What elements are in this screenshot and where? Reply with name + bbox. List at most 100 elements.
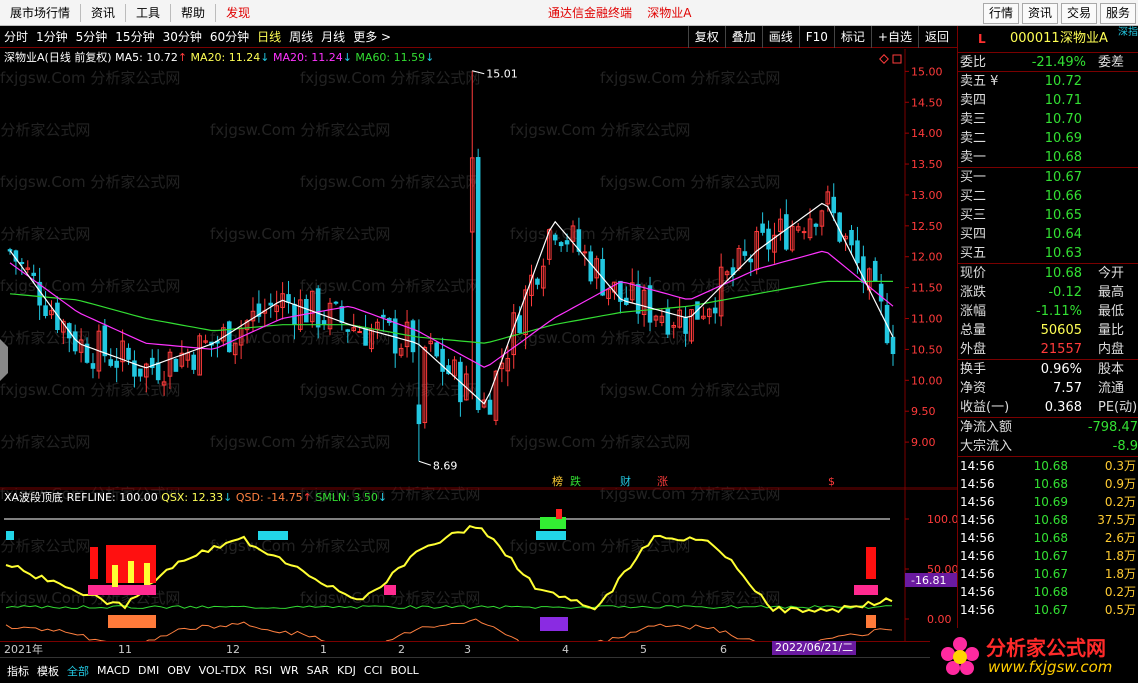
news-button[interactable]: 资讯 — [1021, 3, 1058, 24]
fundamental-row: 收益(一) 0.368 PE(动) — [958, 398, 1138, 417]
trade-button[interactable]: 交易 — [1060, 3, 1097, 24]
signal-bar — [112, 565, 118, 587]
candle-down — [535, 278, 540, 285]
index-tag[interactable]: 深指 — [1118, 20, 1138, 46]
candle-down — [434, 342, 439, 357]
tab-boll[interactable]: BOLL — [388, 664, 422, 677]
tab-macd[interactable]: MACD — [94, 664, 133, 677]
overlay-button[interactable]: 叠加 — [724, 26, 762, 48]
tick-price: 10.67 — [1033, 603, 1068, 617]
ma20-label: MA20: 11.24↓ — [190, 51, 270, 64]
tick-list[interactable]: 14:56 10.68 0.3万 14:56 10.68 0.9万 14:56 10.69 0.… — [958, 456, 1138, 619]
candle-down — [558, 242, 564, 247]
fundamental-row-value: 0.368 — [1044, 400, 1082, 415]
stat-row-label: 总量 — [960, 323, 987, 338]
sell-book: 卖五 ¥ 10.72 卖四 10.71 卖三 10.70 卖二 10.69 卖一 10.68 — [958, 71, 1138, 167]
stat-row: 涨跌 -0.12 最高 — [958, 283, 1138, 302]
indicator-name: XA波段顶底 — [4, 491, 64, 504]
bid-level: 买二 10.66 — [958, 187, 1138, 206]
period-tab[interactable]: 分时 — [4, 26, 28, 48]
menu-tools[interactable]: 工具 — [126, 0, 170, 26]
flow-row-label: 净流入额 — [960, 420, 1013, 435]
buy-book: 买一 10.67 买二 10.66 买三 10.65 买四 10.64 买五 10.63 — [958, 167, 1138, 263]
bid-level-label: 买五 — [960, 246, 987, 261]
diamond-icon — [879, 54, 889, 64]
candle-down — [748, 258, 754, 263]
tick-time: 14:56 — [960, 495, 995, 509]
candle-down — [588, 251, 594, 282]
draw-line-button[interactable]: 画线 — [761, 26, 799, 48]
candle-down — [552, 234, 558, 241]
fundamental-row-label: 净资 — [960, 381, 987, 396]
candle-down — [742, 251, 748, 256]
period-tab-daily[interactable]: 日线 — [257, 26, 281, 48]
tick-volume: 2.6万 — [1104, 531, 1136, 545]
period-tab[interactable]: 15分钟 — [115, 26, 154, 48]
quotes-button[interactable]: 行情 — [982, 3, 1019, 24]
period-tab[interactable]: 周线 — [289, 26, 313, 48]
stock-name: 深物业A — [1060, 31, 1108, 46]
ask-level-value: 10.72 — [1044, 74, 1082, 89]
price-tick-label: 12.50 — [911, 220, 943, 233]
stats-block: 现价 10.68 今开 涨跌 -0.12 最高 涨幅 -1.11% 最低 总量 50605 量比 外盘 2… — [958, 263, 1138, 359]
menu-help[interactable]: 帮助 — [171, 0, 215, 26]
site-watermark: 分析家公式网 www.fxjgsw.com — [930, 628, 1138, 683]
ma5-label: MA5: 10.72↑ — [115, 51, 188, 64]
period-tab[interactable]: 1分钟 — [36, 26, 68, 48]
menu-market[interactable]: 展市场行情 — [0, 0, 80, 26]
price-tick-label: 11.00 — [911, 313, 943, 326]
bid-level-value: 10.64 — [1044, 227, 1082, 242]
ask-level-value: 10.70 — [1044, 112, 1082, 127]
adjust-button[interactable]: 复权 — [687, 26, 725, 48]
back-button[interactable]: 返回 — [917, 26, 955, 48]
tab-rsi[interactable]: RSI — [251, 664, 275, 677]
smln-line — [5, 605, 893, 610]
period-tab[interactable]: 月线 — [321, 26, 345, 48]
menu-news[interactable]: 资讯 — [81, 0, 125, 26]
order-ratio-value: -21.49% — [1031, 55, 1086, 70]
candle-down — [126, 347, 131, 360]
indicator-chart[interactable]: 100.0050.000.00-16.81 — [0, 489, 957, 641]
low-marker — [418, 460, 432, 466]
tab-wr[interactable]: WR — [277, 664, 302, 677]
tick-time: 14:56 — [960, 585, 995, 599]
quote-header: L 000011 深物业A 深指 — [958, 26, 1138, 52]
ask-level: 卖一 10.68 — [958, 148, 1138, 167]
tab-vol-tdx[interactable]: VOL-TDX — [196, 664, 250, 677]
menu-discover[interactable]: 发现 — [216, 0, 260, 26]
tab-all[interactable]: 全部 — [64, 663, 92, 679]
low-price-label: 8.69 — [433, 459, 458, 472]
tab-template[interactable]: 模板 — [34, 663, 62, 679]
tab-dmi[interactable]: DMI — [135, 664, 162, 677]
period-more[interactable]: 更多 > — [353, 26, 391, 48]
stat-row-label: 现价 — [960, 266, 987, 281]
bid-level-value: 10.67 — [1044, 170, 1082, 185]
signal-block — [108, 615, 156, 628]
date-label: 5 — [640, 643, 647, 656]
candlestick-chart[interactable]: 15.00 14.50 14.00 13.50 13.00 12.50 12.00 11.50… — [0, 49, 957, 489]
period-tab[interactable]: 60分钟 — [210, 26, 249, 48]
candle-down — [138, 368, 143, 377]
signal-block — [90, 547, 98, 579]
candle-down — [487, 399, 493, 415]
f10-button[interactable]: F10 — [798, 26, 834, 48]
ask-level-value: 10.68 — [1044, 150, 1082, 165]
stat-row-value: 21557 — [1040, 342, 1082, 357]
period-tab[interactable]: 5分钟 — [76, 26, 108, 48]
candle-down — [760, 223, 765, 233]
tab-sar[interactable]: SAR — [304, 664, 332, 677]
tick-row: 14:56 10.67 0.5万 — [958, 601, 1138, 619]
tab-cci[interactable]: CCI — [361, 664, 386, 677]
signal-block — [866, 615, 876, 628]
tab-indicator[interactable]: 指标 — [4, 663, 32, 679]
stat-row: 现价 10.68 今开 — [958, 264, 1138, 283]
tab-obv[interactable]: OBV — [164, 664, 193, 677]
stat-row-value: -0.12 — [1048, 285, 1082, 300]
candle-down — [416, 404, 422, 425]
mark-button[interactable]: 标记 — [833, 26, 871, 48]
tab-kdj[interactable]: KDJ — [334, 664, 359, 677]
add-watchlist-button[interactable]: +自选 — [870, 26, 918, 48]
candle-up — [582, 251, 588, 254]
period-tab[interactable]: 30分钟 — [163, 26, 202, 48]
fundamental-row: 净资 7.57 流通 — [958, 379, 1138, 398]
